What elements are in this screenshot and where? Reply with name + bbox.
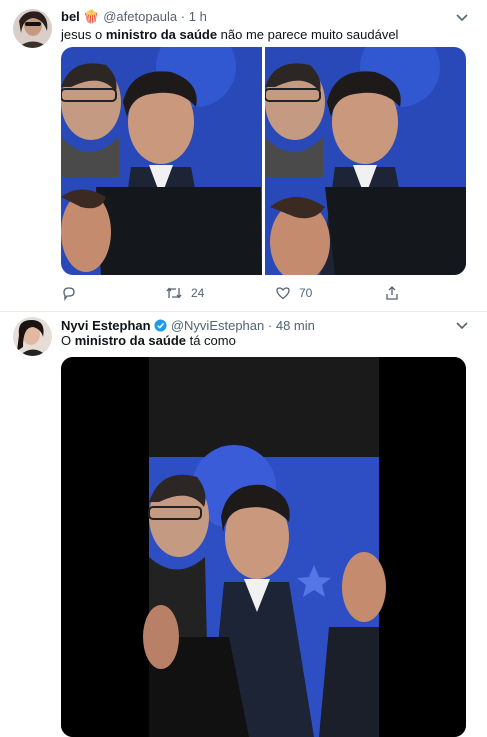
avatar[interactable]	[13, 317, 52, 356]
text-highlight: ministro da saúde	[105, 27, 218, 42]
tweet-text: jesus o ministro da saúde não me parece …	[61, 27, 398, 43]
display-name[interactable]: bel	[61, 9, 80, 24]
popcorn-emoji: 🍿	[83, 9, 100, 24]
share-button[interactable]	[384, 283, 400, 303]
like-button[interactable]: 70	[275, 283, 312, 303]
display-name[interactable]: Nyvi Estephan	[61, 318, 151, 333]
timestamp[interactable]: 1 h	[189, 9, 207, 24]
tweet-actions: 24 70	[61, 283, 461, 303]
separator-dot: ·	[267, 318, 273, 333]
reply-icon	[63, 287, 75, 301]
retweet-count: 24	[191, 286, 205, 300]
text-segment: jesus o	[61, 27, 106, 42]
verified-badge-icon	[154, 319, 167, 332]
media-grid[interactable]	[61, 47, 466, 275]
video-player[interactable]	[61, 357, 466, 737]
tweet-2[interactable]: Nyvi Estephan @NyviEstephan · 48 min O m…	[0, 312, 487, 737]
text-segment: tá como	[185, 333, 236, 348]
retweet-button[interactable]: 24	[165, 283, 204, 303]
avatar[interactable]	[13, 9, 52, 48]
media-photo[interactable]	[61, 47, 466, 275]
video-frame	[61, 357, 466, 737]
text-highlight: ministro da saúde	[74, 333, 186, 348]
tweet-header: Nyvi Estephan @NyviEstephan · 48 min	[61, 318, 315, 334]
handle[interactable]: @afetopaula	[103, 9, 177, 24]
like-icon	[276, 287, 290, 300]
text-segment: O	[61, 333, 75, 348]
timestamp[interactable]: 48 min	[276, 318, 315, 333]
share-icon	[386, 286, 398, 300]
separator-dot: ·	[180, 9, 186, 24]
handle[interactable]: @NyviEstephan	[171, 318, 264, 333]
reply-button[interactable]	[61, 283, 85, 303]
chevron-down-icon[interactable]	[455, 10, 469, 24]
tweet-header: bel 🍿 @afetopaula · 1 h	[61, 9, 207, 25]
tweet-1[interactable]: bel 🍿 @afetopaula · 1 h jesus o ministro…	[0, 0, 487, 312]
retweet-icon	[166, 287, 182, 299]
chevron-down-icon[interactable]	[455, 318, 469, 332]
like-count: 70	[299, 286, 313, 300]
tweet-text: O ministro da saúde tá como	[61, 333, 236, 349]
text-segment: não me parece muito saudável	[217, 27, 399, 42]
